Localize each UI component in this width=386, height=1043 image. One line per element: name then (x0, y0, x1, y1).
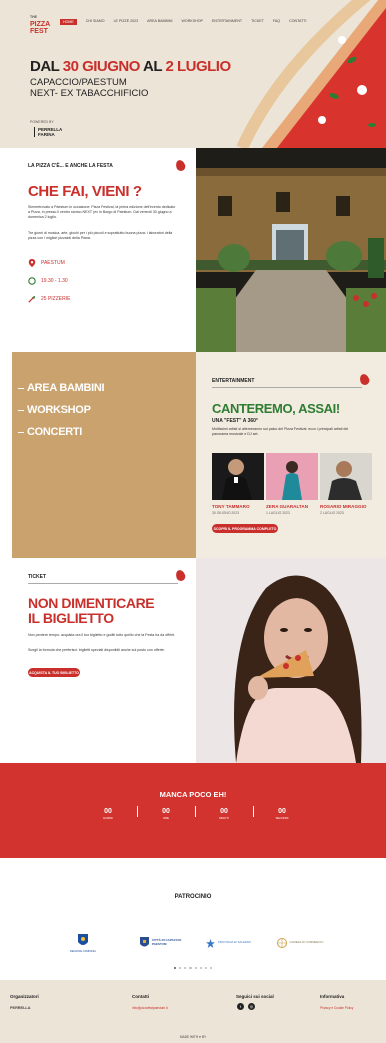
carousel-dot[interactable] (204, 967, 208, 970)
footer-social-title: Seguici sui social (236, 994, 274, 999)
sponsor-logo-capaccio[interactable]: CITTÀ DI CAPACCIO PAESTUM (136, 928, 186, 958)
woman-eating-pizza-photo (196, 558, 386, 763)
carousel-dot[interactable] (178, 967, 182, 970)
sponsor-logo: PERRELLA FARINA (34, 127, 62, 137)
venue-photo (196, 148, 386, 352)
intro-eyebrow: LA PIZZA C'È... E ANCHE LA FESTA (28, 163, 113, 169)
countdown-days: 00 GIORNI (103, 808, 113, 820)
artist-date-2: 1 LUGLIO 2023 (266, 511, 290, 515)
intro-paragraph-1: Simmetrovato a Paestum in occasione: Piz… (28, 205, 176, 220)
hero-section: THE PIZZA FEST Home Chi siamo Le Pizze 2… (0, 0, 386, 148)
logo[interactable]: THE PIZZA FEST (30, 14, 56, 35)
carousel-dot[interactable] (210, 967, 213, 970)
footer-contacts-title: Contatti (132, 994, 149, 999)
artist-date-1: 30 GIUGNO 2023 (212, 511, 239, 515)
info-hours: 19.30 - 1.30 (28, 277, 68, 285)
carousel-dot[interactable] (184, 967, 187, 970)
nav-item-chi-siamo[interactable]: Chi siamo (86, 19, 105, 25)
ticket-section (0, 558, 196, 763)
event-dates: DAL 30 GIUGNO AL 2 LUGLIO (30, 58, 231, 75)
crest-icon (78, 933, 88, 945)
divider (212, 387, 362, 388)
carousel-dots (0, 967, 386, 970)
sponsor-logo-camera-commercio[interactable]: CAMERA DI COMMERCIO (276, 928, 326, 958)
artist-date-3: 2 LUGLIO 2023 (320, 511, 344, 515)
program-button[interactable]: SCOPRI IL PROGRAMMA COMPLETO (212, 524, 278, 533)
footer-email-link[interactable]: info@pizzafestpaestum.it (132, 1006, 168, 1010)
facebook-icon[interactable]: f (237, 1003, 244, 1010)
carousel-dot[interactable] (194, 967, 197, 970)
footer-organizers-title: Organizzatori (10, 994, 39, 999)
ticket-eyebrow: TICKET (28, 574, 47, 580)
ticket-paragraph-2: Scegli la formula che preferisci: biglie… (28, 648, 165, 652)
countdown-section (0, 763, 386, 858)
entertainment-paragraph: Moltissimi artisti si alterneranno sul p… (212, 427, 349, 437)
event-location: CAPACCIO/PAESTUM NEXT- EX TABACCHIFICIO (30, 77, 149, 99)
countdown-title: MANCA POCO EH! (159, 790, 227, 799)
carousel-dot[interactable] (173, 967, 176, 970)
entertainment-title: CANTEREMO, ASSAI! (212, 401, 340, 416)
artist-photo-1[interactable] (212, 453, 264, 500)
divider (28, 583, 178, 584)
ticket-paragraph-1: Non perdere tempo: acquista ora il tuo b… (28, 633, 176, 637)
activity-workshop[interactable]: WORKSHOP (18, 404, 91, 416)
nav-item-le-pizze[interactable]: Le Pizze 2023 (114, 19, 139, 25)
artist-photo-3[interactable] (320, 453, 372, 500)
nav-item-home[interactable]: Home (60, 19, 77, 25)
activity-area-bambini[interactable]: AREA BAMBINI (18, 382, 105, 394)
footer (0, 980, 386, 1043)
countdown-separator (137, 806, 138, 817)
crest-icon (140, 937, 149, 947)
nav-item-workshop[interactable]: Workshop (182, 19, 203, 25)
footer-credit: MADE WITH ♥ BY (179, 1035, 207, 1039)
activity-concerti[interactable]: CONCERTI (18, 426, 82, 438)
buy-ticket-button[interactable]: ACQUISTA IL TUO BIGLIETTO (28, 668, 80, 677)
artist-name-3: ROSARIO MIRAGGIO (320, 504, 367, 509)
footer-info-title: Informativa (320, 994, 345, 999)
instagram-icon[interactable]: ◎ (248, 1003, 255, 1010)
countdown-separator (253, 806, 254, 817)
carousel-dot[interactable] (199, 967, 202, 970)
sponsor-logo-provincia[interactable]: PROVINCIA DI SALERNO (204, 928, 260, 958)
artist-photo-2[interactable] (266, 453, 318, 500)
info-location: PAESTUM (28, 259, 65, 267)
sponsor-label: Powered by (30, 120, 54, 124)
sponsor-logo-regione[interactable]: REGIONE CAMPANIA (68, 928, 98, 958)
countdown-hours: 00 ORE (162, 808, 170, 820)
info-count: 25 PIZZERIE (28, 295, 70, 303)
carousel-dot[interactable] (189, 967, 192, 970)
countdown-seconds: 00 SECONDI (275, 808, 289, 820)
footer-organizer-logo: PERRELLA (10, 1006, 31, 1010)
star-icon (206, 938, 215, 948)
ticket-title: NON DIMENTICARE IL BIGLIETTO (28, 595, 155, 626)
map-pin-icon (28, 259, 36, 267)
entertainment-subtitle: UNA "FEST" A 360° (212, 418, 258, 424)
intro-section (0, 148, 196, 352)
pizza-cutter-icon (28, 295, 36, 303)
entertainment-eyebrow: ENTERTAINMENT (212, 378, 255, 384)
footer-privacy-link[interactable]: Privacy e Cookie Policy (320, 1006, 353, 1010)
globe-icon (276, 938, 287, 948)
artist-name-1: TONY TAMMARO (212, 504, 250, 509)
clock-icon (28, 277, 36, 285)
patrocinio-title: PATROCINIO (174, 894, 212, 900)
countdown-minutes: 00 MINUTI (219, 808, 229, 820)
intro-title: CHE FAI, VIENI ? (28, 183, 142, 200)
artist-name-2: ZERA GUARALTAN (266, 504, 309, 509)
intro-paragraph-2: Tre giorni di musica, arte, giochi per i… (28, 231, 173, 241)
countdown-separator (195, 806, 196, 817)
pizza-slice-illustration (236, 0, 386, 148)
nav-item-area-bambini[interactable]: Area Bambini (147, 19, 172, 25)
